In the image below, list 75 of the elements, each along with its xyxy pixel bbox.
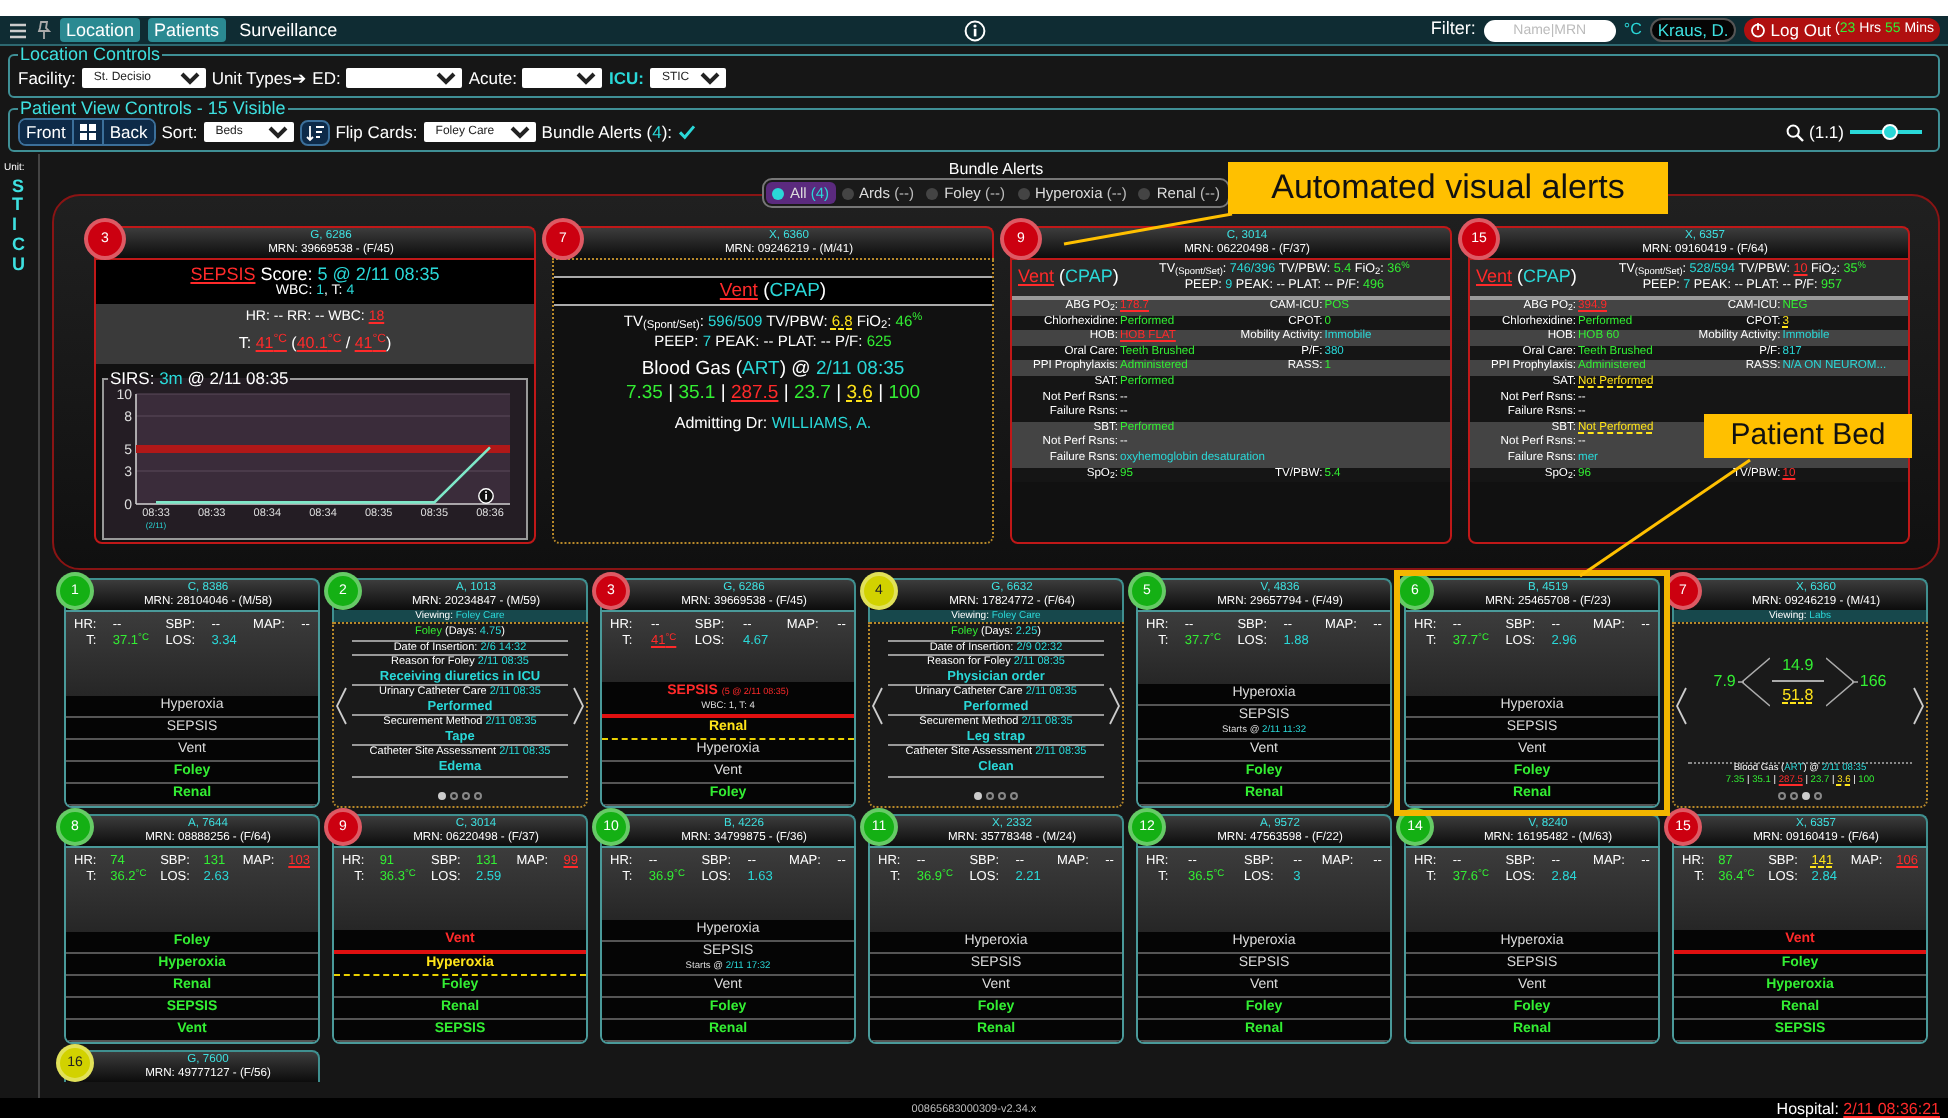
- power-icon: [1750, 22, 1767, 38]
- sort-order-button[interactable]: [299, 119, 330, 145]
- field-label: ICU:: [608, 65, 644, 91]
- callout-label: Patient Bed: [1704, 414, 1912, 458]
- vent-mode: Vent (CPAP): [1476, 264, 1577, 291]
- radio-icon: [1017, 187, 1029, 199]
- chevron-right-icon[interactable]: [1108, 686, 1122, 726]
- back-button[interactable]: Back: [103, 120, 154, 144]
- dropdown[interactable]: [346, 68, 463, 88]
- panel-title: Patient View Controls - 15 Visible: [18, 100, 288, 118]
- nav-tab[interactable]: Patients: [148, 18, 226, 42]
- page-dot[interactable]: [1814, 792, 1822, 800]
- panel-title: Location Controls: [18, 46, 163, 64]
- zoom-icon: [1785, 123, 1804, 141]
- nav-tab[interactable]: Location: [60, 18, 141, 42]
- score-line: SEPSIS Score: 5 @ 2/11 08:35: [188, 264, 442, 284]
- dropdown[interactable]: [522, 68, 603, 88]
- chevron-right-icon[interactable]: [572, 686, 586, 726]
- temperature-unit-toggle[interactable]: °C: [1623, 18, 1642, 42]
- fishbone-lines-drawing: [1825, 655, 1858, 707]
- filter-label: Filter:: [1430, 16, 1476, 43]
- radio-icon: [841, 187, 854, 199]
- page-dot[interactable]: [474, 792, 482, 800]
- vent-mode: Vent (CPAP): [1018, 264, 1119, 291]
- chevron-right-icon[interactable]: [1912, 686, 1926, 726]
- sort-icon: [305, 123, 324, 141]
- front-button[interactable]: Front: [20, 120, 74, 144]
- slider-thumb[interactable]: [1881, 124, 1898, 140]
- field-label: Flip Cards:: [335, 119, 418, 145]
- blood-gas-values: 7.35 | 35.1 | 287.5 | 23.7 | 3.6 | 100: [623, 382, 923, 406]
- field-label: Facility:: [18, 65, 76, 91]
- callout-label: Automated visual alerts: [1228, 162, 1668, 214]
- zoom-level: (1.1): [1809, 119, 1844, 145]
- page-dot[interactable]: [1010, 792, 1018, 800]
- lab-value: 7.9: [1713, 669, 1736, 693]
- field-label: Sort:: [161, 119, 198, 145]
- radio-icon: [1138, 187, 1151, 199]
- vent-mode: Vent (CPAP): [554, 276, 992, 306]
- admitting-doctor: Admitting Dr: WILLIAMS, A.: [672, 414, 874, 434]
- page-dot[interactable]: [1802, 792, 1810, 800]
- page-dot[interactable]: [450, 792, 458, 800]
- grid-icon: [79, 124, 96, 140]
- page-dot[interactable]: [1790, 792, 1798, 800]
- page-dot[interactable]: [974, 792, 982, 800]
- blood-gas-title: Blood Gas (ART) @ 2/11 08:35: [639, 358, 907, 382]
- nav-tab[interactable]: Surveillance: [233, 18, 344, 42]
- bundle-alerts-label: Bundle Alerts (4):: [541, 119, 673, 145]
- field-label: Unit Types➔ ED:: [211, 65, 341, 91]
- section-title: Bundle Alerts: [948, 160, 1044, 178]
- radio-icon: [926, 187, 939, 199]
- lab-value: 166: [1859, 669, 1887, 693]
- radio-icon: [771, 187, 784, 199]
- vital-line: T: 41$^{°C}$ (40.1$^{°C}$ / 41$^{°C}$): [236, 334, 394, 352]
- page-dot[interactable]: [998, 792, 1006, 800]
- pin-icon[interactable]: [36, 20, 52, 40]
- lab-value: 14.9: [1782, 654, 1814, 678]
- chevron-left-icon[interactable]: [1674, 686, 1688, 726]
- chevron-left-icon[interactable]: [334, 686, 348, 726]
- info-icon[interactable]: [478, 488, 494, 504]
- menu-icon[interactable]: [8, 21, 28, 39]
- grid-view-button[interactable]: [73, 120, 104, 144]
- hospital-clock: Hospital: 2/11 08:36:21: [1776, 1098, 1940, 1118]
- field-label: Acute:: [468, 65, 517, 91]
- page-dot[interactable]: [1778, 792, 1786, 800]
- page-dot[interactable]: [438, 792, 446, 800]
- fishbone-lines-drawing: [1737, 655, 1770, 707]
- chevron-left-icon[interactable]: [870, 686, 884, 726]
- lab-value: 51.8: [1782, 684, 1814, 708]
- page-dot[interactable]: [986, 792, 994, 800]
- user-name[interactable]: Kraus, D.: [1649, 18, 1737, 42]
- info-icon[interactable]: [963, 19, 985, 41]
- chart-title: SIRS: 3m @ 2/11 08:35: [108, 370, 291, 388]
- checkbox-icon[interactable]: [678, 124, 697, 140]
- unit-name: STICU: [12, 177, 22, 276]
- page-dot[interactable]: [462, 792, 470, 800]
